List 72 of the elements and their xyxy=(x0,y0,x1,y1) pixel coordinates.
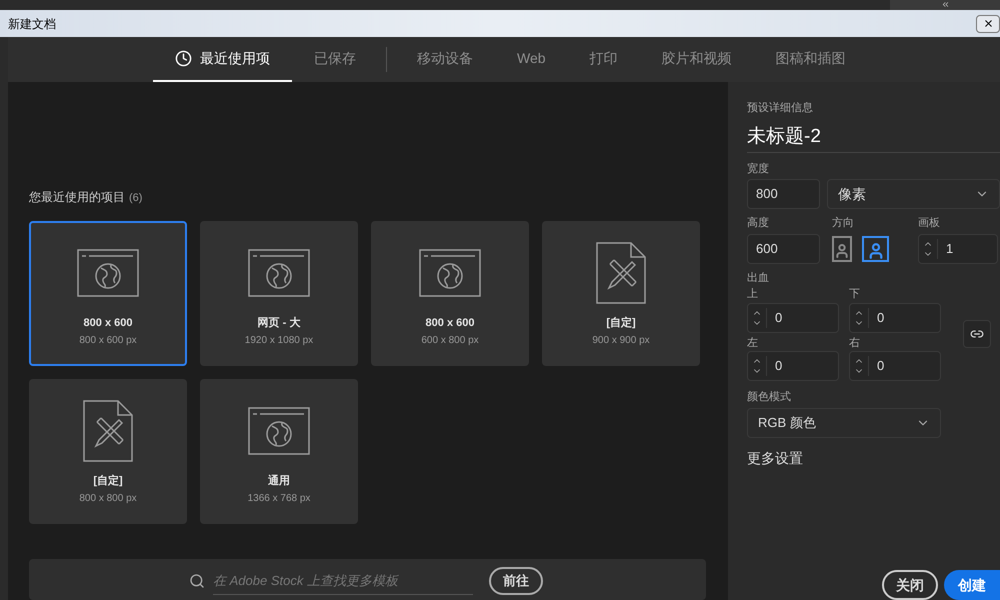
tab[interactable]: Web xyxy=(495,37,568,82)
tab[interactable]: 移动设备 xyxy=(395,37,495,82)
color-mode-dropdown[interactable]: RGB 颜色 xyxy=(747,408,941,438)
stepper-value: 0 xyxy=(774,357,782,376)
stepper-value: 1 xyxy=(945,240,954,258)
tab[interactable]: 已保存 xyxy=(292,37,378,82)
preset-size: 1920 x 1080 px xyxy=(244,334,314,348)
preset-name: 800 x 600 xyxy=(84,316,132,330)
more-settings-link[interactable]: 更多设置 xyxy=(747,448,1000,468)
stepper-field[interactable]: 1 xyxy=(918,234,998,264)
create-button[interactable]: 创建 xyxy=(944,570,1000,600)
preset-card[interactable]: 通用 1366 x 768 px xyxy=(200,378,358,524)
search-icon xyxy=(189,572,205,588)
field-label: 高度 xyxy=(747,216,770,231)
search-bar[interactable]: 在 Adobe Stock 上查找更多模板 前往 xyxy=(29,558,706,600)
field-label: 出血 xyxy=(747,270,770,286)
preset-size: 800 x 600 px xyxy=(79,334,137,348)
go-button[interactable]: 前往 xyxy=(489,566,543,594)
section-heading: 您最近使用的项目 xyxy=(29,189,125,206)
tab[interactable]: 打印 xyxy=(568,37,640,82)
preset-size: 600 x 800 px xyxy=(421,334,479,348)
preset-size: 800 x 800 px xyxy=(79,492,137,506)
field-label: 右 xyxy=(849,336,861,350)
field-label: 左 xyxy=(747,336,759,350)
tab[interactable]: 图稿和插图 xyxy=(754,37,868,82)
preset-name: 网页 - 大 xyxy=(258,316,300,330)
preset-card[interactable]: [自定] 800 x 800 px xyxy=(29,378,187,524)
preset-card[interactable]: 800 x 600 800 x 600 px xyxy=(29,220,187,366)
close-dialog-button[interactable]: 关闭 xyxy=(882,570,938,600)
window-title: 新建文档 xyxy=(8,16,56,32)
document-pencil-ruler-icon xyxy=(83,400,133,462)
unit-dropdown[interactable]: 像素 xyxy=(827,179,1000,209)
person-icon xyxy=(834,242,850,260)
browser-globe-icon xyxy=(248,406,310,454)
panel-heading: 预设详细信息 xyxy=(747,101,814,116)
portrait-button[interactable] xyxy=(832,236,852,262)
item-count: (6) xyxy=(129,191,142,206)
field-label: 宽度 xyxy=(747,162,770,176)
preset-name: 800 x 600 xyxy=(426,316,474,330)
preset-size: 900 x 900 px xyxy=(592,334,650,348)
preset-size: 1366 x 768 px xyxy=(248,492,310,506)
stepper-field[interactable]: 0 xyxy=(849,351,941,381)
preset-name: [自定] xyxy=(606,316,636,330)
tab[interactable]: 胶片和视频 xyxy=(640,37,754,82)
stepper-field[interactable]: 0 xyxy=(747,351,839,381)
preset-card[interactable]: 800 x 600 600 x 800 px xyxy=(371,220,529,366)
stepper-value: 0 xyxy=(876,357,884,376)
stepper-field[interactable]: 0 xyxy=(849,302,941,332)
stepper-value: 0 xyxy=(876,308,884,327)
field-label: 画板 xyxy=(918,216,941,231)
preset-name: [自定] xyxy=(93,474,123,488)
field-label: 上 xyxy=(747,287,759,302)
browser-globe-icon xyxy=(77,248,139,296)
preset-name: 通用 xyxy=(268,474,290,488)
preset-card[interactable]: 网页 - 大 1920 x 1080 px xyxy=(200,220,358,366)
link-button[interactable] xyxy=(963,320,991,348)
preset-card[interactable]: [自定] 900 x 900 px xyxy=(542,220,700,366)
stepper-value: 0 xyxy=(774,308,782,327)
document-pencil-ruler-icon xyxy=(596,242,646,304)
height-field[interactable]: 600 xyxy=(747,234,820,264)
field-label: 下 xyxy=(849,287,861,302)
stepper-field[interactable]: 0 xyxy=(747,302,839,332)
width-field[interactable]: 800 xyxy=(747,179,820,209)
close-button[interactable] xyxy=(976,14,1000,32)
browser-globe-icon xyxy=(248,248,310,296)
person-icon xyxy=(866,242,884,260)
document-name-field[interactable]: 未标题-2 xyxy=(747,122,1000,152)
field-label: 颜色模式 xyxy=(747,390,792,405)
field-label: 方向 xyxy=(832,216,855,231)
close-icon xyxy=(982,18,994,29)
browser-globe-icon xyxy=(419,248,481,296)
landscape-button[interactable] xyxy=(862,236,889,262)
